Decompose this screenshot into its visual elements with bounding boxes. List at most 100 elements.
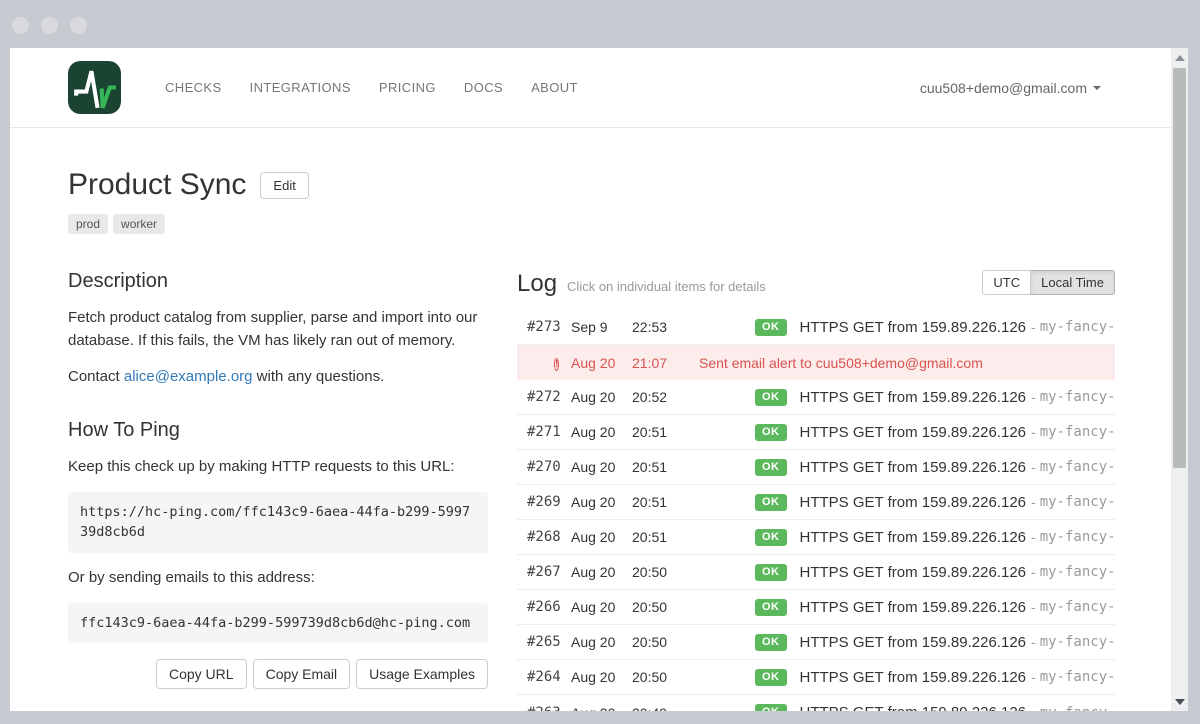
log-entry-row[interactable]: #266 Aug 20 20:50 OK HTTPS GET from 159.… <box>517 590 1115 625</box>
timezone-utc-button[interactable]: UTC <box>982 270 1031 295</box>
log-entry-time: 21:07 <box>632 355 682 371</box>
log-entry-row[interactable]: #273 Sep 9 22:53 OK HTTPS GET from 159.8… <box>517 310 1115 345</box>
log-entry-slug: my-fancy-sy... <box>1040 669 1115 685</box>
ping-url-code: https://hc-ping.com/ffc143c9-6aea-44fa-b… <box>68 492 488 553</box>
log-entry-separator: - <box>1031 564 1036 580</box>
log-entry-separator: - <box>1031 599 1036 615</box>
log-entry-time: 20:50 <box>632 634 682 650</box>
log-alert-row[interactable]: ! Aug 20 21:07 Sent email alert to cuu50… <box>517 345 1115 380</box>
log-entry-row[interactable]: #268 Aug 20 20:51 OK HTTPS GET from 159.… <box>517 520 1115 555</box>
log-entry-number: #270 <box>527 459 571 475</box>
log-entry-separator: - <box>1031 669 1036 685</box>
timezone-local-time-button[interactable]: Local Time <box>1031 270 1115 295</box>
timezone-toggle: UTC Local Time <box>982 270 1115 295</box>
log-entry-date: Aug 20 <box>571 634 632 650</box>
log-entry-message: HTTPS GET from 159.89.226.126 <box>800 564 1027 581</box>
status-ok-badge: OK <box>755 634 787 651</box>
nav-link-integrations[interactable]: INTEGRATIONS <box>236 70 365 105</box>
log-entry-row[interactable]: #263 Aug 20 20:49 OK HTTPS GET from 159.… <box>517 695 1115 711</box>
log-entry-row[interactable]: #269 Aug 20 20:51 OK HTTPS GET from 159.… <box>517 485 1115 520</box>
log-entry-date: Sep 9 <box>571 319 632 335</box>
log-entry-row[interactable]: #270 Aug 20 20:51 OK HTTPS GET from 159.… <box>517 450 1115 485</box>
log-entry-message: HTTPS GET from 159.89.226.126 <box>800 599 1027 616</box>
log-entry-message: HTTPS GET from 159.89.226.126 <box>800 424 1027 441</box>
log-entry-time: 20:52 <box>632 389 682 405</box>
chevron-down-icon <box>1093 86 1101 90</box>
scrollbar-thumb[interactable] <box>1173 68 1186 468</box>
log-entry-date: Aug 20 <box>571 389 632 405</box>
contact-email-link[interactable]: alice@example.org <box>124 368 253 385</box>
edit-button[interactable]: Edit <box>260 172 308 199</box>
log-entry-message: HTTPS GET from 159.89.226.126 <box>800 704 1027 711</box>
log-entry-number: #266 <box>527 599 571 615</box>
log-entry-time: 20:50 <box>632 669 682 685</box>
log-entry-message: HTTPS GET from 159.89.226.126 <box>800 529 1027 546</box>
window-controls <box>12 17 87 34</box>
log-entry-time: 20:50 <box>632 599 682 615</box>
copy-email-button[interactable]: Copy Email <box>253 659 351 689</box>
status-ok-badge: OK <box>755 599 787 616</box>
log-entry-date: Aug 20 <box>571 424 632 440</box>
nav-link-checks[interactable]: CHECKS <box>151 70 236 105</box>
log-subtitle: Click on individual items for details <box>567 279 766 294</box>
log-entry-row[interactable]: #265 Aug 20 20:50 OK HTTPS GET from 159.… <box>517 625 1115 660</box>
status-ok-badge: OK <box>755 704 787 711</box>
ping-actions: Copy URL Copy Email Usage Examples <box>68 659 488 689</box>
log-entry-date: Aug 20 <box>571 599 632 615</box>
log-entry-slug: my-fancy-sy... <box>1040 494 1115 510</box>
tag-list: prod worker <box>68 214 1115 234</box>
log-entry-slug: my-fancy-sy... <box>1040 389 1115 405</box>
log-entry-message: HTTPS GET from 159.89.226.126 <box>800 494 1027 511</box>
scrollbar-up-arrow-icon[interactable] <box>1171 49 1188 66</box>
log-entry-slug: my-fancy-sy... <box>1040 599 1115 615</box>
log-entry-message: HTTPS GET from 159.89.226.126 <box>800 319 1027 336</box>
log-entry-row[interactable]: #272 Aug 20 20:52 OK HTTPS GET from 159.… <box>517 380 1115 415</box>
status-ok-badge: OK <box>755 424 787 441</box>
description-heading: Description <box>68 270 488 293</box>
log-entry-time: 20:50 <box>632 564 682 580</box>
log-entry-number: #273 <box>527 319 571 335</box>
log-entry-date: Aug 20 <box>571 494 632 510</box>
log-entry-date: Aug 20 <box>571 529 632 545</box>
log-entry-separator: - <box>1031 634 1036 650</box>
log-entry-number: #267 <box>527 564 571 580</box>
log-entry-number: #263 <box>527 705 571 712</box>
top-navbar: CHECKS INTEGRATIONS PRICING DOCS ABOUT c… <box>10 48 1171 128</box>
log-entry-time: 20:51 <box>632 529 682 545</box>
alert-exclamation-icon: ! <box>554 358 559 371</box>
log-entry-row[interactable]: #271 Aug 20 20:51 OK HTTPS GET from 159.… <box>517 415 1115 450</box>
app-logo-icon[interactable] <box>68 61 121 114</box>
log-entry-row[interactable]: #267 Aug 20 20:50 OK HTTPS GET from 159.… <box>517 555 1115 590</box>
usage-examples-button[interactable]: Usage Examples <box>356 659 488 689</box>
window-control-dot <box>12 17 29 34</box>
status-ok-badge: OK <box>755 564 787 581</box>
log-entry-number: #265 <box>527 634 571 650</box>
log-entry-time: 20:51 <box>632 459 682 475</box>
log-table: #273 Sep 9 22:53 OK HTTPS GET from 159.8… <box>517 310 1115 711</box>
description-text: Fetch product catalog from supplier, par… <box>68 307 488 352</box>
nav-link-about[interactable]: ABOUT <box>517 70 592 105</box>
copy-url-button[interactable]: Copy URL <box>156 659 247 689</box>
nav-link-pricing[interactable]: PRICING <box>365 70 450 105</box>
log-entry-slug: my-fancy-sy... <box>1040 529 1115 545</box>
log-entry-date: Aug 20 <box>571 705 632 712</box>
log-entry-time: 20:51 <box>632 494 682 510</box>
browser-window: CHECKS INTEGRATIONS PRICING DOCS ABOUT c… <box>10 48 1188 711</box>
log-entry-time: 20:51 <box>632 424 682 440</box>
log-entry-date: Aug 20 <box>571 355 632 371</box>
account-menu[interactable]: cuu508+demo@gmail.com <box>920 80 1101 96</box>
log-entry-slug: my-fancy-sy... <box>1040 705 1115 712</box>
log-entry-slug: my-fancy-sy... <box>1040 634 1115 650</box>
log-entry-number: #269 <box>527 494 571 510</box>
log-entry-separator: - <box>1031 424 1036 440</box>
status-ok-badge: OK <box>755 529 787 546</box>
log-entry-row[interactable]: #264 Aug 20 20:50 OK HTTPS GET from 159.… <box>517 660 1115 695</box>
status-ok-badge: OK <box>755 319 787 336</box>
log-alert-message: Sent email alert to cuu508+demo@gmail.co… <box>699 355 983 371</box>
vertical-scrollbar[interactable] <box>1171 48 1188 711</box>
log-entry-slug: my-fancy-sy... <box>1040 564 1115 580</box>
log-entry-separator: - <box>1031 705 1036 712</box>
nav-link-docs[interactable]: DOCS <box>450 70 517 105</box>
http-ping-label: Keep this check up by making HTTP reques… <box>68 456 488 479</box>
scrollbar-down-arrow-icon[interactable] <box>1171 693 1188 710</box>
